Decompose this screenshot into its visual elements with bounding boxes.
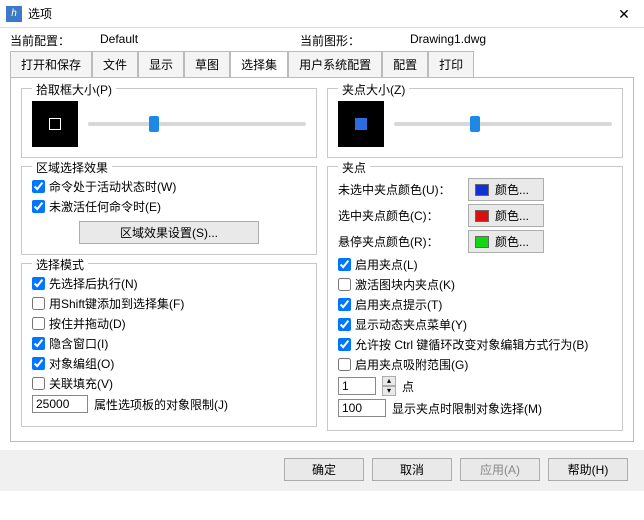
mode-cb-4[interactable]	[32, 357, 45, 370]
cancel-button[interactable]: 取消	[372, 458, 452, 481]
mode-cb-3[interactable]	[32, 337, 45, 350]
region-effects-legend: 区域选择效果	[32, 159, 112, 176]
grip-preview	[338, 101, 384, 147]
pickbox-preview	[32, 101, 78, 147]
selection-mode-legend: 选择模式	[32, 256, 88, 273]
grip-size-slider[interactable]	[394, 114, 612, 134]
attribute-limit-input[interactable]	[32, 395, 88, 413]
cb-no-command[interactable]	[32, 200, 45, 213]
mode-cb-0[interactable]	[32, 277, 45, 290]
pickbox-size-slider[interactable]	[88, 114, 306, 134]
current-drawing-label: 当前图形：	[300, 32, 410, 49]
region-effects-settings-button[interactable]: 区域效果设置(S)...	[79, 221, 259, 244]
current-drawing-value: Drawing1.dwg	[410, 32, 486, 49]
grip-cb-5[interactable]	[338, 358, 351, 371]
ok-button[interactable]: 确定	[284, 458, 364, 481]
tab-6[interactable]: 配置	[382, 51, 428, 77]
grip-cb-3[interactable]	[338, 318, 351, 331]
close-icon[interactable]: ✕	[604, 0, 644, 28]
current-config-value: Default	[100, 32, 300, 49]
grip-object-limit-input[interactable]	[338, 399, 386, 417]
mode-cb-5[interactable]	[32, 377, 45, 390]
attribute-limit-label: 属性选项板的对象限制(J)	[94, 396, 228, 413]
step-down-icon[interactable]: ▾	[382, 386, 396, 396]
current-config-label: 当前配置：	[10, 32, 100, 49]
grips-legend: 夹点	[338, 159, 370, 176]
mode-cb-2[interactable]	[32, 317, 45, 330]
app-icon: h	[6, 6, 22, 22]
window-title: 选项	[28, 5, 604, 22]
tab-7[interactable]: 打印	[428, 51, 474, 77]
color-button-0[interactable]: 颜色...	[468, 178, 544, 201]
cb-active-command[interactable]	[32, 180, 45, 193]
step-up-icon[interactable]: ▴	[382, 376, 396, 386]
apply-button[interactable]: 应用(A)	[460, 458, 540, 481]
grip-size-legend: 夹点大小(Z)	[338, 81, 409, 98]
grip-cb-0[interactable]	[338, 258, 351, 271]
color-button-1[interactable]: 颜色...	[468, 204, 544, 227]
tab-3[interactable]: 草图	[184, 51, 230, 77]
grip-cb-1[interactable]	[338, 278, 351, 291]
help-button[interactable]: 帮助(H)	[548, 458, 628, 481]
tab-1[interactable]: 文件	[92, 51, 138, 77]
grip-range-label: 点	[402, 378, 414, 395]
tab-5[interactable]: 用户系统配置	[288, 51, 382, 77]
pickbox-size-legend: 拾取框大小(P)	[32, 81, 116, 98]
tab-0[interactable]: 打开和保存	[10, 51, 92, 77]
tab-4[interactable]: 选择集	[230, 51, 288, 77]
grip-cb-2[interactable]	[338, 298, 351, 311]
color-button-2[interactable]: 颜色...	[468, 230, 544, 253]
mode-cb-1[interactable]	[32, 297, 45, 310]
grip-cb-4[interactable]	[338, 338, 351, 351]
tab-2[interactable]: 显示	[138, 51, 184, 77]
grip-range-input[interactable]	[338, 377, 376, 395]
grip-object-limit-label: 显示夹点时限制对象选择(M)	[392, 400, 542, 417]
